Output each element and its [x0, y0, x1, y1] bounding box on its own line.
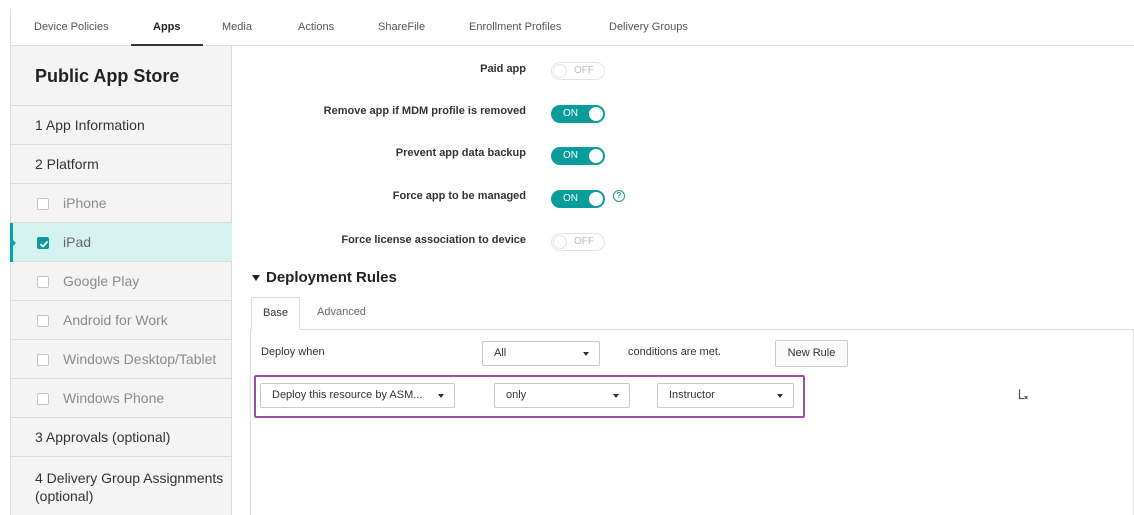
sidebar-step-app-information[interactable]: 1 App Information	[11, 106, 232, 145]
setting-label-remove-app: Remove app if MDM profile is removed	[323, 105, 526, 117]
remove-rule-icon[interactable]	[1018, 389, 1029, 401]
toggle-knob	[589, 192, 603, 206]
setting-label-force-license: Force license association to device	[341, 234, 526, 246]
sidebar-platform-google-play[interactable]: Google Play	[11, 262, 232, 301]
platform-label: iPad	[63, 234, 92, 250]
select-value: All	[494, 347, 507, 359]
select-value: Deploy this resource by ASM...	[272, 389, 423, 401]
tab-advanced[interactable]: Advanced	[317, 297, 366, 330]
tab-delivery-groups[interactable]: Delivery Groups	[609, 9, 688, 45]
tab-media[interactable]: Media	[222, 9, 252, 45]
platform-label: Windows Desktop/Tablet	[63, 351, 217, 367]
toggle-state: OFF	[574, 65, 594, 76]
sidebar-platform-iphone[interactable]: iPhone	[11, 184, 232, 223]
platform-label: Windows Phone	[63, 390, 165, 406]
chevron-down-icon	[777, 394, 783, 398]
new-rule-button[interactable]: New Rule	[775, 340, 848, 367]
top-tab-bar: Device Policies Apps Media Actions Share…	[10, 9, 1134, 46]
active-marker-icon	[11, 238, 16, 248]
toggle-state: ON	[563, 150, 578, 161]
checkbox-windows-phone[interactable]	[37, 393, 49, 405]
toggle-knob	[553, 235, 567, 249]
checkbox-ipad[interactable]	[37, 237, 49, 249]
tab-enrollment-profiles[interactable]: Enrollment Profiles	[469, 9, 561, 45]
checkbox-google-play[interactable]	[37, 276, 49, 288]
toggle-knob	[589, 149, 603, 163]
toggle-state: ON	[563, 193, 578, 204]
wizard-sidebar: Public App Store 1 App Information 2 Pla…	[10, 46, 232, 515]
setting-label-force-managed: Force app to be managed	[392, 190, 526, 202]
toggle-remove-app[interactable]: ON	[551, 105, 605, 123]
rule-operator-select[interactable]: only	[494, 383, 630, 408]
setting-label-paid-app: Paid app	[480, 63, 526, 75]
toggle-prevent-backup[interactable]: ON	[551, 147, 605, 165]
toggle-knob	[589, 107, 603, 121]
chevron-down-icon	[438, 394, 444, 398]
deployment-rules-title: Deployment Rules	[266, 269, 397, 286]
platform-label: Android for Work	[63, 312, 168, 328]
platform-label: Google Play	[63, 273, 140, 289]
sidebar-title: Public App Store	[11, 46, 232, 106]
toggle-state: OFF	[574, 236, 594, 247]
toggle-state: ON	[563, 108, 578, 119]
condition-select[interactable]: All	[482, 341, 600, 366]
toggle-force-license[interactable]: OFF	[551, 233, 605, 251]
conditions-met-label: conditions are met.	[628, 346, 721, 358]
rule-resource-select[interactable]: Deploy this resource by ASM...	[260, 383, 455, 408]
sidebar-platform-android-for-work[interactable]: Android for Work	[11, 301, 232, 340]
setting-label-prevent-backup: Prevent app data backup	[395, 147, 526, 159]
collapse-caret-icon[interactable]	[252, 275, 260, 281]
sidebar-step-approvals[interactable]: 3 Approvals (optional)	[11, 418, 232, 457]
toggle-knob	[553, 64, 567, 78]
sidebar-platform-ipad[interactable]: iPad	[10, 223, 232, 262]
sidebar-platform-windows-phone[interactable]: Windows Phone	[11, 379, 232, 418]
sidebar-step-delivery-group-assignments[interactable]: 4 Delivery Group Assignments (optional)	[11, 457, 232, 515]
toggle-force-managed[interactable]: ON	[551, 190, 605, 208]
chevron-down-icon	[583, 352, 589, 356]
chevron-down-icon	[613, 394, 619, 398]
tab-base[interactable]: Base	[251, 297, 300, 330]
tab-actions[interactable]: Actions	[298, 9, 334, 45]
checkmark-icon	[39, 240, 49, 248]
platform-label: iPhone	[63, 195, 107, 211]
checkbox-iphone[interactable]	[37, 198, 49, 210]
sidebar-platform-windows-desktop-tablet[interactable]: Windows Desktop/Tablet	[11, 340, 232, 379]
rule-value-select[interactable]: Instructor	[657, 383, 794, 408]
select-value: Instructor	[669, 389, 715, 401]
checkbox-android-for-work[interactable]	[37, 315, 49, 327]
question-circle-icon[interactable]: ?	[613, 190, 625, 202]
sidebar-step-platform[interactable]: 2 Platform	[11, 145, 232, 184]
select-value: only	[506, 389, 527, 401]
checkbox-windows-desktop-tablet[interactable]	[37, 354, 49, 366]
deploy-when-label: Deploy when	[261, 346, 325, 358]
tab-apps[interactable]: Apps	[131, 9, 202, 46]
tab-device-policies[interactable]: Device Policies	[34, 9, 109, 45]
toggle-paid-app[interactable]: OFF	[551, 62, 605, 80]
tab-sharefile[interactable]: ShareFile	[378, 9, 425, 45]
